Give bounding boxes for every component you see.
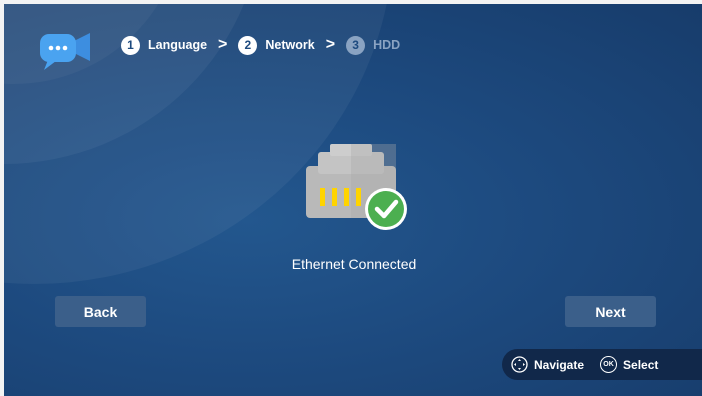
ok-button-icon: OK xyxy=(600,356,618,373)
navigate-hint: Navigate xyxy=(511,356,584,373)
step-label: Language xyxy=(148,38,208,52)
next-button[interactable]: Next xyxy=(565,296,656,327)
chevron-right-icon: > xyxy=(218,36,228,53)
back-button[interactable]: Back xyxy=(55,296,146,327)
chevron-right-icon: > xyxy=(325,36,336,53)
dpad-icon xyxy=(511,356,528,373)
step-network: 2 Network xyxy=(238,35,315,55)
step-hdd: 3 HDD xyxy=(346,35,401,55)
setup-progress-breadcrumb: 1 Language > 2 Network > 3 HDD xyxy=(121,34,400,56)
chat-camera-icon xyxy=(40,33,90,70)
select-hint: OK Select xyxy=(600,356,658,373)
step-label: HDD xyxy=(373,38,401,52)
step-number: 1 xyxy=(121,35,140,55)
ethernet-port-icon xyxy=(306,144,407,230)
step-number: 3 xyxy=(346,35,366,55)
connection-status-text: Ethernet Connected xyxy=(291,256,417,272)
navigate-label: Navigate xyxy=(534,357,585,372)
step-number: 2 xyxy=(238,35,258,55)
checkmark-icon xyxy=(365,188,407,230)
step-label: Network xyxy=(265,38,315,52)
select-label: Select xyxy=(623,357,659,372)
setup-screen: 1 Language > 2 Network > 3 HDD Ethernet … xyxy=(4,4,702,396)
step-language: 1 Language xyxy=(121,35,208,55)
remote-hints-bar: Navigate OK Select xyxy=(502,349,702,380)
